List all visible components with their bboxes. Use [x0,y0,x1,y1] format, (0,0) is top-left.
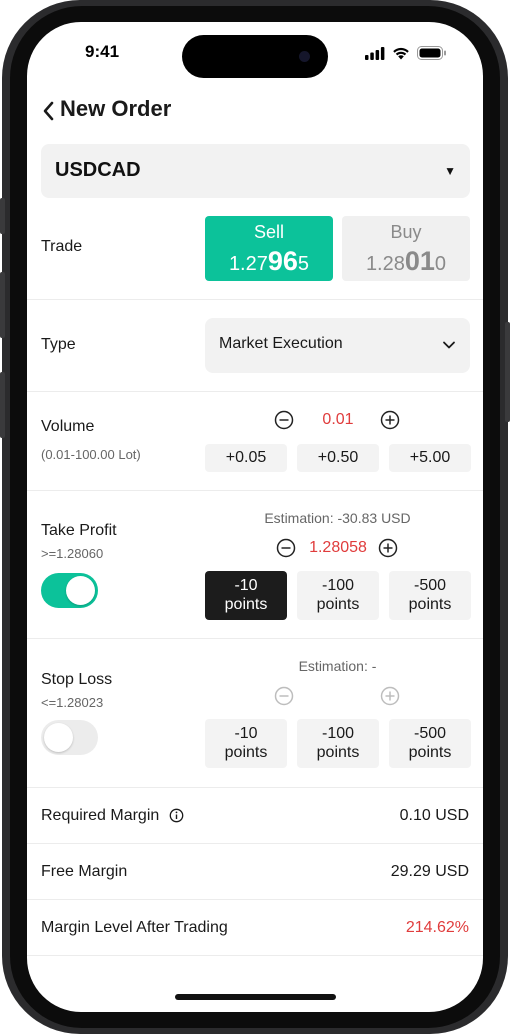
stop-loss-estimation: Estimation: - [298,658,377,674]
sell-price-prefix: 1.27 [228,253,268,275]
sell-price-suffix: 5 [297,253,310,275]
required-margin-value: 0.10 USD [399,807,469,824]
buy-price: 1.28010 [342,246,470,277]
back-chevron-icon[interactable] [40,98,58,124]
take-profit-points-button[interactable]: -500 points [389,571,471,620]
stop-loss-label: Stop Loss [41,671,113,688]
stop-loss-toggle[interactable] [41,720,98,755]
symbol-select[interactable]: USDCAD ▼ [41,144,470,198]
divider [27,299,483,300]
divider [27,391,483,392]
divider [27,843,483,844]
wifi-icon [393,47,409,59]
volume-up-button [0,272,5,338]
status-time: 9:41 [85,42,120,61]
sell-price-big: 96 [267,246,298,276]
points-unit: points [316,744,360,761]
dynamic-island [182,35,328,78]
take-profit-plus-icon[interactable] [377,537,399,559]
sell-button[interactable]: Sell 1.27965 [205,216,333,281]
margin-level-value: 214.62% [405,919,469,936]
app-screen: 9:41 New Order USDCAD ▼ Trade Sell 1.279… [27,22,483,1012]
stop-loss-points-button[interactable]: -500 points [389,719,471,768]
info-icon[interactable] [169,808,184,823]
take-profit-estimation: Estimation: -30.83 USD [264,510,411,526]
order-type-select[interactable]: Market Execution [205,318,470,373]
take-profit-label: Take Profit [41,522,117,539]
volume-plus-icon[interactable] [379,409,401,431]
status-bar: 9:41 [27,22,483,82]
volume-add-button[interactable]: +5.00 [389,444,471,472]
points-amount: -500 [413,725,447,742]
buy-button[interactable]: Buy 1.28010 [342,216,470,281]
points-unit: points [408,744,452,761]
free-margin-label: Free Margin [41,863,128,880]
points-amount: -10 [234,725,258,742]
volume-label: Volume [41,418,95,435]
status-icons [365,46,447,60]
free-margin-value: 29.29 USD [390,863,469,880]
points-unit: points [408,596,452,613]
action-button [0,198,5,234]
trade-label: Trade [41,238,83,255]
volume-value[interactable]: 0.01 [283,411,393,429]
take-profit-condition: >=1.28060 [41,546,104,561]
stop-loss-points-button[interactable]: -10 points [205,719,287,768]
type-label: Type [41,336,76,353]
divider [27,490,483,491]
camera-icon [299,51,310,62]
stop-loss-points-button[interactable]: -100 points [297,719,379,768]
buy-price-prefix: 1.28 [365,253,405,275]
points-unit: points [224,744,268,761]
volume-add-button[interactable]: +0.05 [205,444,287,472]
symbol-value: USDCAD [55,159,141,181]
divider [27,955,483,956]
buy-label: Buy [390,222,422,242]
power-button [505,322,510,422]
take-profit-points-button[interactable]: -10 points [205,571,287,620]
stop-loss-minus-icon[interactable] [273,685,295,707]
points-amount: -100 [321,725,355,742]
points-unit: points [316,596,360,613]
buy-price-suffix: 0 [434,253,447,275]
toggle-knob [66,576,95,605]
divider [27,638,483,639]
stop-loss-plus-icon[interactable] [379,685,401,707]
page-title: New Order [60,96,172,121]
volume-down-button [0,372,5,438]
buy-price-big: 01 [404,246,435,276]
cellular-signal-icon [365,46,385,60]
take-profit-points-button[interactable]: -100 points [297,571,379,620]
margin-level-label: Margin Level After Trading [41,919,228,936]
points-amount: -100 [321,577,355,594]
home-indicator[interactable] [175,994,336,1000]
header: New Order [27,96,483,126]
volume-add-button[interactable]: +0.50 [297,444,379,472]
take-profit-toggle[interactable] [41,573,98,608]
battery-icon [417,46,446,60]
points-amount: -10 [234,577,258,594]
chevron-down-icon [443,341,455,349]
stop-loss-condition: <=1.28023 [41,695,104,710]
required-margin-label: Required Margin [41,807,160,824]
sell-price: 1.27965 [205,246,333,277]
sell-label: Sell [253,222,284,242]
toggle-knob [44,723,73,752]
points-amount: -500 [413,577,447,594]
points-unit: points [224,596,268,613]
divider [27,787,483,788]
divider [27,899,483,900]
caret-down-icon: ▼ [444,164,456,178]
order-type-value: Market Execution [219,335,343,352]
volume-range: (0.01-100.00 Lot) [41,447,141,462]
